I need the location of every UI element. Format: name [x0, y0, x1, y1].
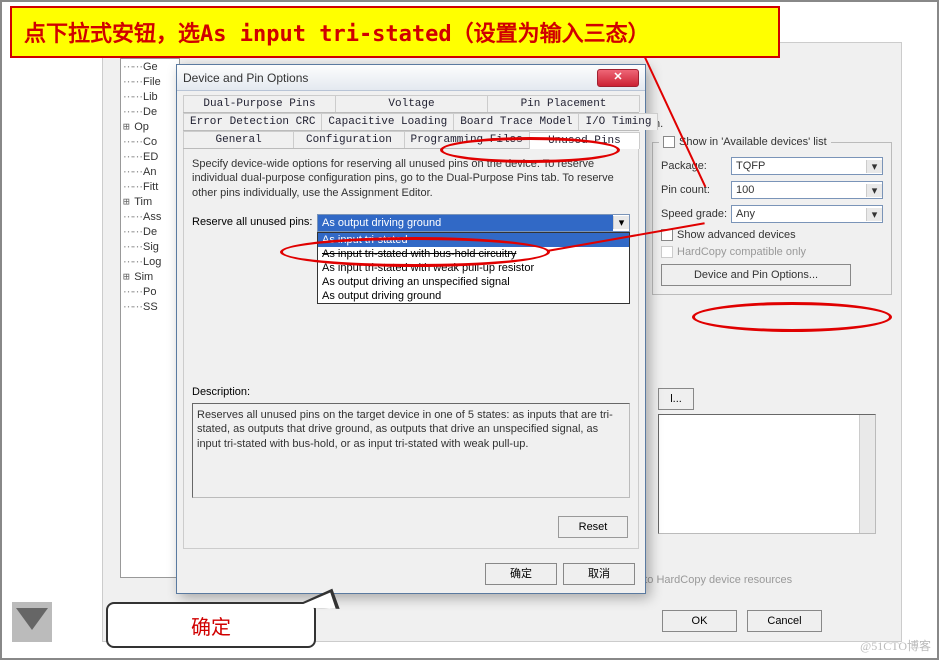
ok-button[interactable]: 确定 — [485, 563, 557, 585]
close-icon[interactable]: ✕ — [597, 69, 639, 87]
speedgrade-label: Speed grade: — [661, 208, 731, 220]
pincount-select[interactable]: 100▾ — [731, 181, 883, 199]
tree-item[interactable]: File — [121, 74, 179, 89]
callout-ok: 确定 — [106, 602, 316, 648]
chevron-down-icon[interactable]: ▾ — [613, 216, 629, 229]
tab-general[interactable]: General — [183, 131, 294, 148]
speedgrade-select[interactable]: Any▾ — [731, 205, 883, 223]
tab-capacitive-loading[interactable]: Capacitive Loading — [321, 113, 454, 130]
checkbox-icon[interactable] — [661, 229, 673, 241]
description-label: Description: — [192, 386, 250, 398]
dropdown-option[interactable]: As input tri-stated with weak pull-up re… — [318, 261, 629, 275]
show-available-group-legend[interactable]: Show in 'Available devices' list — [659, 136, 831, 148]
tree-item[interactable]: Tim — [121, 194, 179, 209]
package-select[interactable]: TQFP▾ — [731, 157, 883, 175]
tree-item[interactable]: De — [121, 224, 179, 239]
watermark: @51CTO博客 — [860, 637, 931, 654]
tree-item[interactable]: Po — [121, 284, 179, 299]
device-pin-options-button[interactable]: Device and Pin Options... — [661, 264, 851, 286]
down-arrow-icon[interactable] — [12, 602, 52, 642]
tree-item[interactable]: Log — [121, 254, 179, 269]
category-tree[interactable]: Ge File Lib De Op Co ED An Fitt Tim Ass … — [120, 58, 180, 578]
tree-item[interactable]: An — [121, 164, 179, 179]
dropdown-option[interactable]: As output driving ground — [318, 289, 629, 303]
tab-dual-purpose-pins[interactable]: Dual-Purpose Pins — [183, 95, 336, 112]
chevron-down-icon[interactable]: ▾ — [866, 160, 882, 173]
scrollbar[interactable] — [859, 415, 875, 533]
show-available-label: Show in 'Available devices' list — [679, 136, 827, 148]
tab-pin-placement[interactable]: Pin Placement — [487, 95, 640, 112]
tree-item[interactable]: Ge — [121, 59, 179, 74]
annotation-circle — [692, 302, 892, 332]
tree-item[interactable]: SS — [121, 299, 179, 314]
reserve-label: Reserve all unused pins: — [192, 214, 317, 228]
device-filter-panel: Show in 'Available devices' list Package… — [652, 142, 892, 305]
help-text: Specify device-wide options for reservin… — [192, 157, 630, 200]
tree-item[interactable]: Op — [121, 119, 179, 134]
resources-listbox[interactable] — [658, 414, 876, 534]
tree-item[interactable]: Sig — [121, 239, 179, 254]
device-pin-options-dialog: Device and Pin Options ✕ Dual-Purpose Pi… — [176, 64, 646, 594]
checkbox-icon[interactable] — [663, 136, 675, 148]
dropdown-list[interactable]: As input tri-stated As input tri-stated … — [317, 232, 630, 304]
tab-body-unused-pins: Specify device-wide options for reservin… — [183, 149, 639, 549]
package-label: Package: — [661, 160, 731, 172]
dropdown-option[interactable]: As output driving an unspecified signal — [318, 275, 629, 289]
reset-button[interactable]: Reset — [558, 516, 628, 538]
tab-configuration[interactable]: Configuration — [293, 131, 404, 148]
hardcopy-note: M to HardCopy device resources — [632, 574, 792, 586]
tree-item[interactable]: Fitt — [121, 179, 179, 194]
tree-item[interactable]: Sim — [121, 269, 179, 284]
reserve-unused-pins-dropdown[interactable]: As output driving ground ▾ — [317, 214, 630, 232]
instruction-banner: 点下拉式安钮，选As input tri-stated（设置为输入三态） — [10, 6, 780, 58]
dropdown-option[interactable]: As input tri-stated with bus-hold circui… — [318, 247, 629, 261]
tab-voltage[interactable]: Voltage — [335, 95, 488, 112]
outer-cancel-button[interactable]: Cancel — [747, 610, 822, 632]
cancel-button[interactable]: 取消 — [563, 563, 635, 585]
dropdown-option[interactable]: As input tri-stated — [318, 233, 629, 247]
outer-ok-button[interactable]: OK — [662, 610, 737, 632]
checkbox-icon — [661, 246, 673, 258]
description-box: Reserves all unused pins on the target d… — [192, 403, 630, 498]
tree-item[interactable]: Lib — [121, 89, 179, 104]
tab-io-timing[interactable]: I/O Timing — [578, 113, 658, 130]
tab-unused-pins[interactable]: Unused Pins — [529, 132, 640, 149]
truncated-button[interactable]: l... — [658, 388, 694, 410]
show-advanced-checkbox[interactable]: Show advanced devices — [661, 229, 883, 241]
tab-board-trace-model[interactable]: Board Trace Model — [453, 113, 579, 130]
tree-item[interactable]: ED — [121, 149, 179, 164]
pincount-label: Pin count: — [661, 184, 731, 196]
chevron-down-icon[interactable]: ▾ — [866, 184, 882, 197]
chevron-down-icon[interactable]: ▾ — [866, 208, 882, 221]
tree-item[interactable]: Ass — [121, 209, 179, 224]
dialog-title: Device and Pin Options — [183, 71, 597, 85]
tree-item[interactable]: De — [121, 104, 179, 119]
callout-tail-fill — [296, 591, 337, 608]
dialog-titlebar[interactable]: Device and Pin Options ✕ — [177, 65, 645, 91]
tab-strip: Dual-Purpose Pins Voltage Pin Placement … — [177, 91, 645, 149]
tree-item[interactable]: Co — [121, 134, 179, 149]
tab-programming-files[interactable]: Programming Files — [404, 131, 530, 148]
hardcopy-compat-checkbox: HardCopy compatible only — [661, 246, 883, 258]
tab-error-detection-crc[interactable]: Error Detection CRC — [183, 113, 322, 130]
dropdown-value: As output driving ground — [318, 215, 613, 231]
